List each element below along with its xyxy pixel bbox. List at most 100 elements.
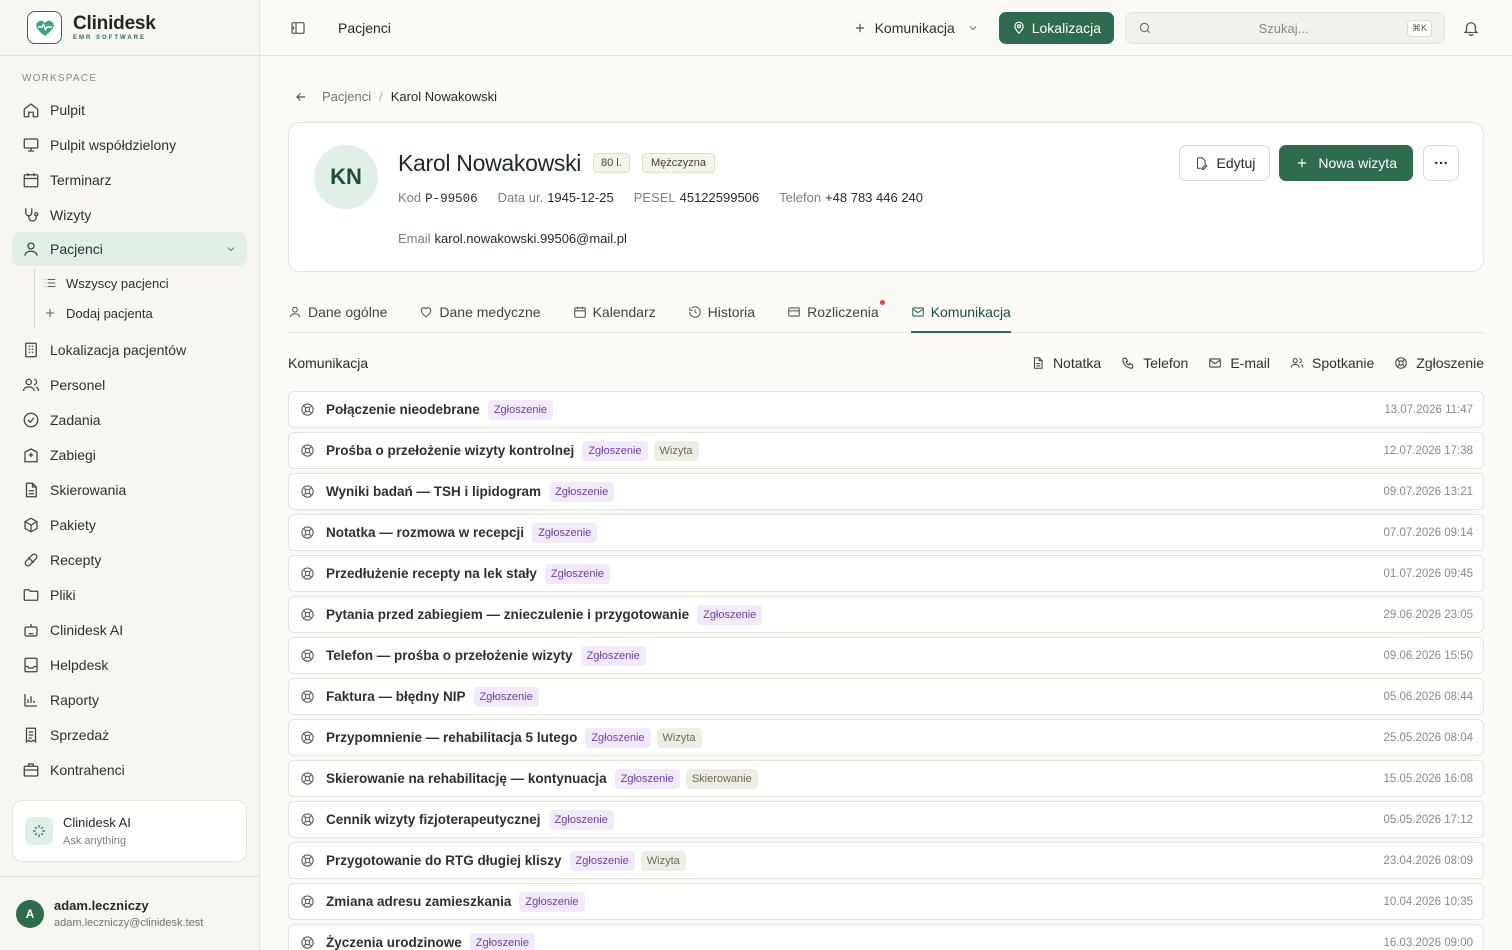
status-badge: Zgłoszenie <box>544 563 611 584</box>
filter-spotkanie[interactable]: Spotkanie <box>1290 355 1374 371</box>
tab-historia[interactable]: Historia <box>688 292 755 332</box>
communication-row[interactable]: Telefon — prośba o przełożenie wizyty Zgł… <box>288 637 1484 674</box>
more-options-button[interactable] <box>1423 145 1459 181</box>
sidebar-item-kontrahenci[interactable]: Kontrahenci <box>12 752 247 787</box>
sidebar-item-clinidesk-ai[interactable]: Clinidesk AI <box>12 612 247 647</box>
mail-icon <box>911 307 924 317</box>
communication-title-text: Życzenia urodzinowe <box>326 935 462 950</box>
tab-label: Dane ogólne <box>308 304 388 320</box>
communication-row[interactable]: Przypomnienie — rehabilitacja 5 lutego Zg… <box>288 719 1484 756</box>
filter-label: Notatka <box>1052 355 1102 371</box>
communication-row[interactable]: Przedłużenie recepty na lek stały Zgłosze… <box>288 555 1484 592</box>
komunikacja-dropdown-button[interactable]: Komunikacja <box>853 20 979 36</box>
lifebuoy-icon <box>301 608 314 621</box>
sidebar-item-pulpit-wspoldzielony[interactable]: Pulpit współdzielony <box>12 127 247 162</box>
communication-row[interactable]: Prośba o przełożenie wizyty kontrolnej Zg… <box>288 432 1484 469</box>
brand[interactable]: Clinidesk EMR SOFTWARE <box>0 0 259 56</box>
communication-title: Komunikacja <box>288 355 369 371</box>
patient-actions: Edytuj Nowa wizyta <box>1179 145 1459 181</box>
bell-icon[interactable] <box>1462 19 1480 37</box>
sidebar-item-pulpit[interactable]: Pulpit <box>12 92 247 127</box>
sidebar-item-pliki[interactable]: Pliki <box>12 577 247 612</box>
sidebar-item-lokalizacja-pacjentow[interactable]: Lokalizacja pacjentów <box>12 332 247 367</box>
filter-telefon[interactable]: Telefon <box>1121 355 1188 371</box>
breadcrumb-parent[interactable]: Pacjenci <box>322 89 371 104</box>
sidebar-item-zadania[interactable]: Zadania <box>12 402 247 437</box>
filter-email[interactable]: E-mail <box>1208 355 1270 371</box>
sidebar-toggle-icon[interactable] <box>290 20 306 36</box>
sidebar-item-skierowania[interactable]: Skierowania <box>12 472 247 507</box>
communication-row[interactable]: Cennik wizyty fizjoterapeutycznej Zgłosze… <box>288 801 1484 838</box>
tab-komunikacja[interactable]: Komunikacja <box>910 292 1011 333</box>
filter-notatka[interactable]: Notatka <box>1031 355 1101 371</box>
communication-row[interactable]: Pytania przed zabiegiem — znieczulenie i… <box>288 596 1484 633</box>
sidebar-subitem-dodaj-pacjenta[interactable]: Dodaj pacjenta <box>43 298 247 328</box>
communication-date: 13.07.2026 11:47 <box>1384 403 1473 416</box>
communication-row[interactable]: Faktura — błędny NIP Zgłoszenie 05.06.2026… <box>288 678 1484 715</box>
users-icon <box>1290 358 1304 368</box>
status-badge: Zgłoszenie <box>569 850 635 871</box>
tab-rozliczenia[interactable]: Rozliczenia <box>787 292 885 332</box>
sidebar-item-personel[interactable]: Personel <box>12 367 247 402</box>
sidebar-item-wizyty[interactable]: Wizyty <box>12 197 247 232</box>
patient-code: P-99506 <box>425 192 478 206</box>
communication-date: 25.05.2026 08:04 <box>1383 731 1473 744</box>
lifebuoy-icon <box>301 731 314 744</box>
communication-row[interactable]: Połączenie nieodebrane Zgłoszenie 13.07.20… <box>288 391 1484 428</box>
phone-icon <box>1122 357 1134 369</box>
edit-button[interactable]: Edytuj <box>1179 145 1271 181</box>
status-badge: Zgłoszenie <box>487 399 554 420</box>
lokalizacja-button[interactable]: Lokalizacja <box>998 12 1114 44</box>
communication-row[interactable]: Notatka — rozmowa w recepcji Zgłoszenie 07… <box>288 514 1484 551</box>
sidebar-item-label: Pakiety <box>50 516 96 533</box>
communication-title-text: Cennik wizyty fizjoterapeutycznej <box>326 812 541 827</box>
status-badge: Wizyta <box>640 850 686 871</box>
communication-title-text: Przedłużenie recepty na lek stały <box>326 566 537 581</box>
sidebar-item-sprzedaz[interactable]: Sprzedaż <box>12 717 247 752</box>
heart-icon <box>421 307 432 318</box>
lifebuoy-icon <box>301 690 314 703</box>
status-badge: Zgłoszenie <box>519 891 585 912</box>
patient-email: karol.nowakowski.99506@mail.pl <box>434 231 627 246</box>
tab-kalendarz[interactable]: Kalendarz <box>573 292 656 332</box>
receipt-icon <box>25 727 37 743</box>
communication-row[interactable]: Skierowanie na rehabilitację — kontynuac… <box>288 760 1484 797</box>
tab-dane-medyczne[interactable]: Dane medyczne <box>419 292 541 332</box>
credit-card-icon <box>788 307 800 317</box>
lifebuoy-icon <box>301 567 314 580</box>
user-profile[interactable]: A adam.leczniczy adam.leczniczy@clinides… <box>0 876 259 950</box>
lifebuoy-icon <box>301 895 314 908</box>
sidebar-item-recepty[interactable]: Recepty <box>12 542 247 577</box>
communication-row[interactable]: Zmiana adresu zamieszkania Zgłoszenie 10.0… <box>288 883 1484 920</box>
communication-row[interactable]: Przygotowanie do RTG długiej kliszy Zgłos… <box>288 842 1484 879</box>
lifebuoy-icon <box>301 444 314 457</box>
sidebar-item-label: Kontrahenci <box>50 761 125 778</box>
sidebar-item-label: Lokalizacja pacjentów <box>50 341 187 358</box>
sidebar-item-helpdesk[interactable]: Helpdesk <box>12 647 247 682</box>
patients-subnav: Wszyscy pacjenci Dodaj pacjenta <box>34 268 247 328</box>
app-root: Clinidesk EMR SOFTWARE WORKSPACE Pulpit … <box>0 0 1512 950</box>
arrow-left-icon[interactable] <box>294 90 308 104</box>
home-icon <box>23 102 39 117</box>
stethoscope-icon <box>25 207 39 222</box>
sidebar-item-pakiety[interactable]: Pakiety <box>12 507 247 542</box>
sidebar-subitem-wszyscy-pacjenci[interactable]: Wszyscy pacjenci <box>43 268 247 298</box>
ai-assistant-card[interactable]: Clinidesk AI Ask anything <box>12 800 247 862</box>
new-visit-button[interactable]: Nowa wizyta <box>1279 145 1413 181</box>
search-input[interactable] <box>1160 20 1407 36</box>
plus-icon <box>855 23 864 33</box>
filter-zgloszenie[interactable]: Zgłoszenie <box>1394 355 1484 371</box>
communication-date: 10.04.2026 10:35 <box>1383 895 1473 908</box>
communication-date: 01.07.2026 09:45 <box>1383 567 1473 580</box>
tab-dane-ogolne[interactable]: Dane ogólne <box>288 292 387 332</box>
sidebar-item-pacjenci[interactable]: Pacjenci <box>12 232 247 266</box>
status-badge: Zgłoszenie <box>582 440 648 461</box>
code-label: Kod <box>398 190 422 205</box>
sidebar-item-terminarz[interactable]: Terminarz <box>12 162 247 197</box>
communication-row[interactable]: Wyniki badań — TSH i lipidogram Zgłoszeni… <box>288 473 1484 510</box>
sidebar-item-zabiegi[interactable]: Zabiegi <box>12 437 247 472</box>
chevron-down-icon[interactable] <box>225 243 237 255</box>
lifebuoy-icon <box>301 936 314 949</box>
communication-row[interactable]: Życzenia urodzinowe Zgłoszenie 16.03.2026 … <box>288 924 1484 950</box>
sidebar-item-raporty[interactable]: Raporty <box>12 682 247 717</box>
